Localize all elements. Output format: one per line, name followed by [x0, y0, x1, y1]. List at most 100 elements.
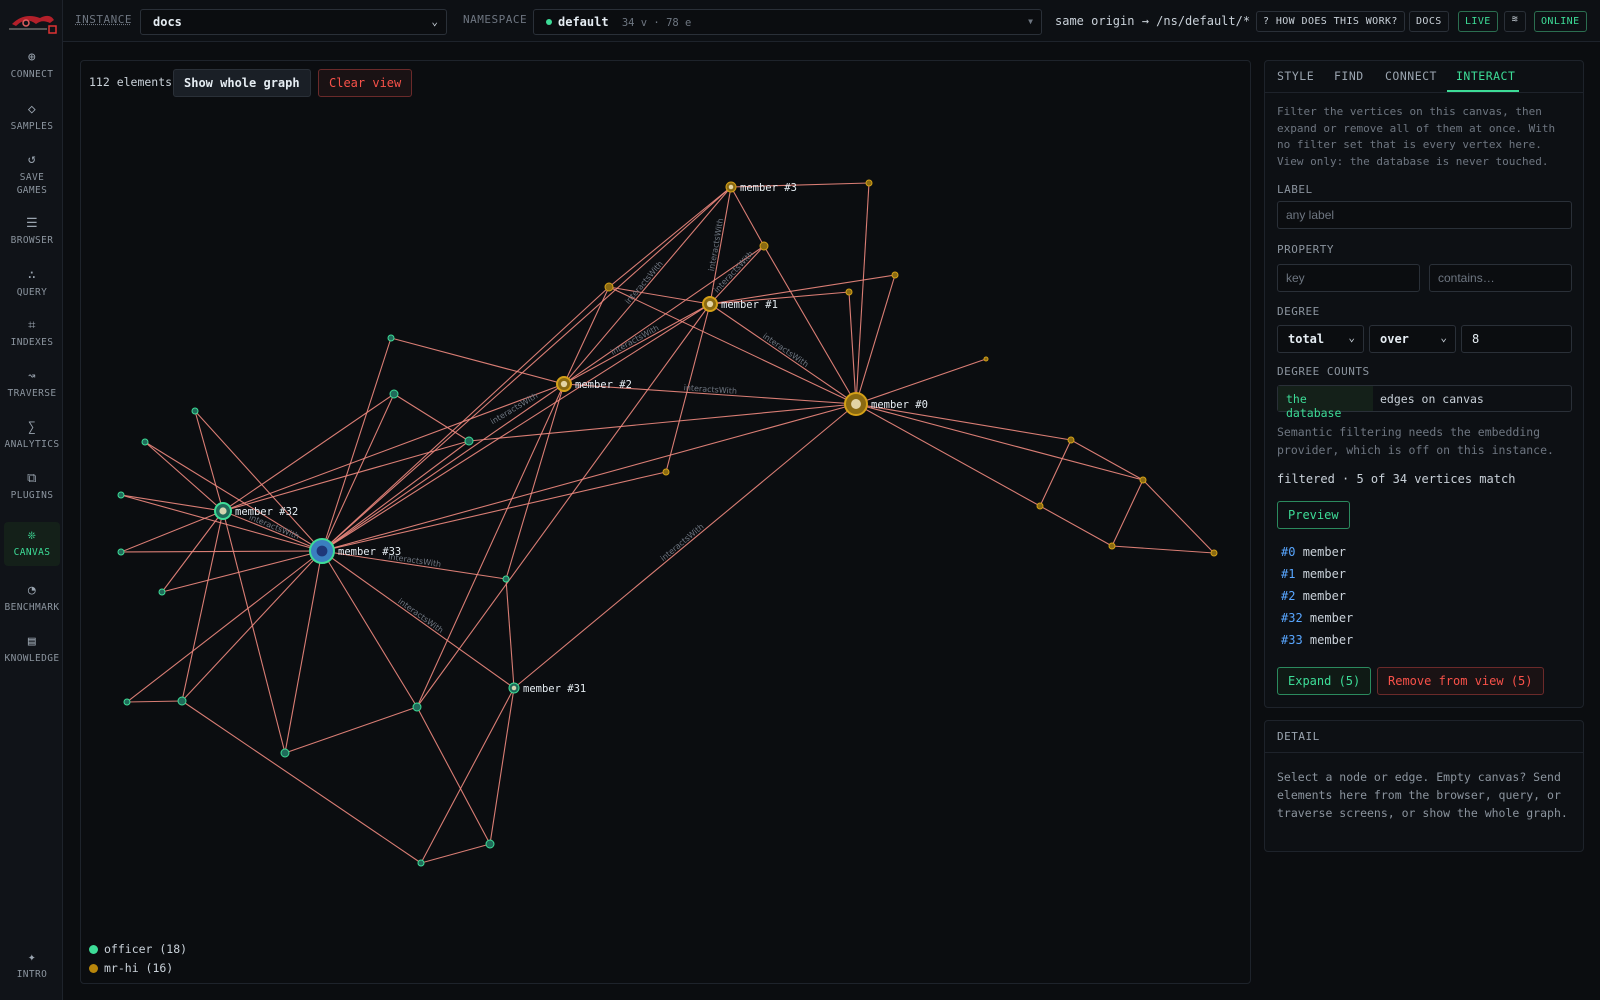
graph-edge[interactable]	[321, 186, 732, 552]
graph-node[interactable]	[191, 407, 199, 415]
graph-edge[interactable]	[513, 403, 857, 689]
tab-style[interactable]: STYLE	[1277, 69, 1314, 83]
graph-edge[interactable]	[126, 550, 323, 703]
graph-edge[interactable]	[1039, 505, 1113, 547]
degree-counts-canvas[interactable]: edges on canvas	[1380, 392, 1484, 406]
graph-node[interactable]	[845, 288, 853, 296]
graph-edge[interactable]	[1111, 545, 1215, 554]
nav-analytics[interactable]: ∑ ANALYTICS	[4, 420, 60, 466]
graph-edge[interactable]	[181, 550, 323, 702]
nav-connect[interactable]: ⊕ CONNECT	[4, 50, 60, 96]
graph-edge[interactable]	[1039, 439, 1072, 507]
graph-node[interactable]	[865, 179, 873, 187]
nav-traverse[interactable]: ↝ TRAVERSE	[4, 369, 60, 415]
graph-edge[interactable]	[730, 186, 765, 247]
graph-svg[interactable]: interactsWith interactsWith interactsWith i…	[81, 61, 1251, 984]
match-row[interactable]: #33 member	[1281, 633, 1353, 647]
graph-edge[interactable]	[321, 383, 565, 552]
match-row[interactable]: #32 member	[1281, 611, 1353, 625]
tab-find[interactable]: FIND	[1334, 69, 1364, 83]
graph-node[interactable]	[177, 696, 187, 706]
graph-node[interactable]	[983, 356, 989, 362]
preview-button[interactable]: Preview	[1277, 501, 1350, 529]
graph-edge[interactable]	[1070, 439, 1144, 481]
graph-edge[interactable]	[126, 700, 183, 703]
degree-value-input[interactable]: 8	[1461, 325, 1572, 353]
nav-browser[interactable]: ☰ BROWSER	[4, 216, 60, 262]
graph-edge[interactable]	[416, 383, 565, 708]
graph-node[interactable]	[1139, 476, 1147, 484]
graph-edge[interactable]	[563, 286, 610, 385]
graph-node[interactable]	[1210, 549, 1218, 557]
graph-edge[interactable]	[222, 393, 395, 512]
property-contains-input[interactable]	[1429, 264, 1572, 292]
graph-node[interactable]	[280, 748, 290, 758]
how-it-works-button[interactable]: ? HOW DOES THIS WORK?	[1256, 11, 1405, 32]
tab-connect[interactable]: CONNECT	[1385, 69, 1437, 83]
degree-type-select[interactable]: total ⌄	[1277, 325, 1364, 353]
match-row[interactable]: #1 member	[1281, 567, 1346, 581]
nav-indexes[interactable]: ⌗ INDEXES	[4, 318, 60, 364]
match-row[interactable]: #2 member	[1281, 589, 1346, 603]
graph-node[interactable]	[1036, 502, 1044, 510]
graph-edge[interactable]	[181, 700, 422, 864]
nav-knowledge[interactable]: ▤ KNOWLEDGE	[4, 634, 60, 680]
graph-node[interactable]	[502, 575, 510, 583]
nav-save-games[interactable]: ↺ SAVE GAMES	[4, 152, 60, 204]
nav-intro[interactable]: ✦ INTRO	[4, 950, 60, 996]
graph-edge[interactable]	[284, 706, 418, 754]
graph-edge[interactable]	[181, 510, 224, 702]
graph-edge[interactable]	[1111, 479, 1144, 547]
graph-node[interactable]	[1067, 436, 1075, 444]
waves-icon[interactable]: ≋	[1504, 11, 1526, 32]
docs-button[interactable]: DOCS	[1409, 11, 1449, 32]
graph-canvas[interactable]: 112 elements Show whole graph Clear view…	[80, 60, 1251, 984]
graph-edge[interactable]	[222, 440, 470, 512]
graph-node[interactable]	[117, 491, 125, 499]
graph-edge[interactable]	[321, 550, 418, 708]
nav-query[interactable]: ∴ QUERY	[4, 268, 60, 314]
graph-node[interactable]	[464, 436, 474, 446]
graph-edge[interactable]	[393, 393, 470, 442]
graph-edge[interactable]	[1142, 479, 1215, 554]
graph-edge[interactable]	[505, 578, 515, 689]
graph-edge[interactable]	[222, 510, 286, 754]
property-key-input[interactable]	[1277, 264, 1420, 292]
graph-edge[interactable]	[855, 403, 1144, 481]
graph-node[interactable]	[387, 334, 395, 342]
expand-button[interactable]: Expand (5)	[1277, 667, 1372, 695]
graph-node[interactable]	[389, 389, 399, 399]
graph-edge[interactable]	[763, 245, 857, 405]
instance-select[interactable]: docs ⌄	[140, 9, 447, 35]
graph-edge[interactable]	[321, 471, 667, 552]
graph-node[interactable]	[1108, 542, 1116, 550]
graph-node[interactable]	[141, 438, 149, 446]
remove-from-view-button[interactable]: Remove from view (5)	[1377, 667, 1544, 695]
graph-edge[interactable]	[855, 274, 896, 405]
match-row[interactable]: #0 member	[1281, 545, 1346, 559]
graph-node[interactable]	[662, 468, 670, 476]
tab-interact[interactable]: INTERACT	[1456, 69, 1515, 83]
graph-edge[interactable]	[416, 706, 491, 845]
graph-node[interactable]	[759, 241, 769, 251]
nav-samples[interactable]: ◇ SAMPLES	[4, 102, 60, 148]
graph-node[interactable]	[891, 271, 899, 279]
graph-node[interactable]	[604, 282, 614, 292]
graph-edge[interactable]	[855, 358, 987, 405]
nav-plugins[interactable]: ⧉ PLUGINS	[4, 471, 60, 517]
graph-edge[interactable]	[321, 303, 711, 552]
graph-edge[interactable]	[420, 843, 491, 864]
graph-node[interactable]	[417, 859, 425, 867]
degree-counts-toggle[interactable]: the database edges on canvas	[1277, 385, 1572, 420]
graph-node[interactable]	[412, 702, 422, 712]
graph-edge[interactable]	[848, 291, 857, 405]
graph-edge[interactable]	[321, 550, 515, 689]
graph-edge[interactable]	[390, 337, 565, 385]
graph-node[interactable]	[485, 839, 495, 849]
degree-op-select[interactable]: over ⌄	[1369, 325, 1456, 353]
graph-node[interactable]	[117, 548, 125, 556]
namespace-select[interactable]: default 34 v · 78 e ▼	[533, 9, 1042, 35]
degree-counts-database[interactable]: the database	[1278, 386, 1373, 420]
graph-node[interactable]	[158, 588, 166, 596]
graph-edge[interactable]	[120, 550, 323, 553]
